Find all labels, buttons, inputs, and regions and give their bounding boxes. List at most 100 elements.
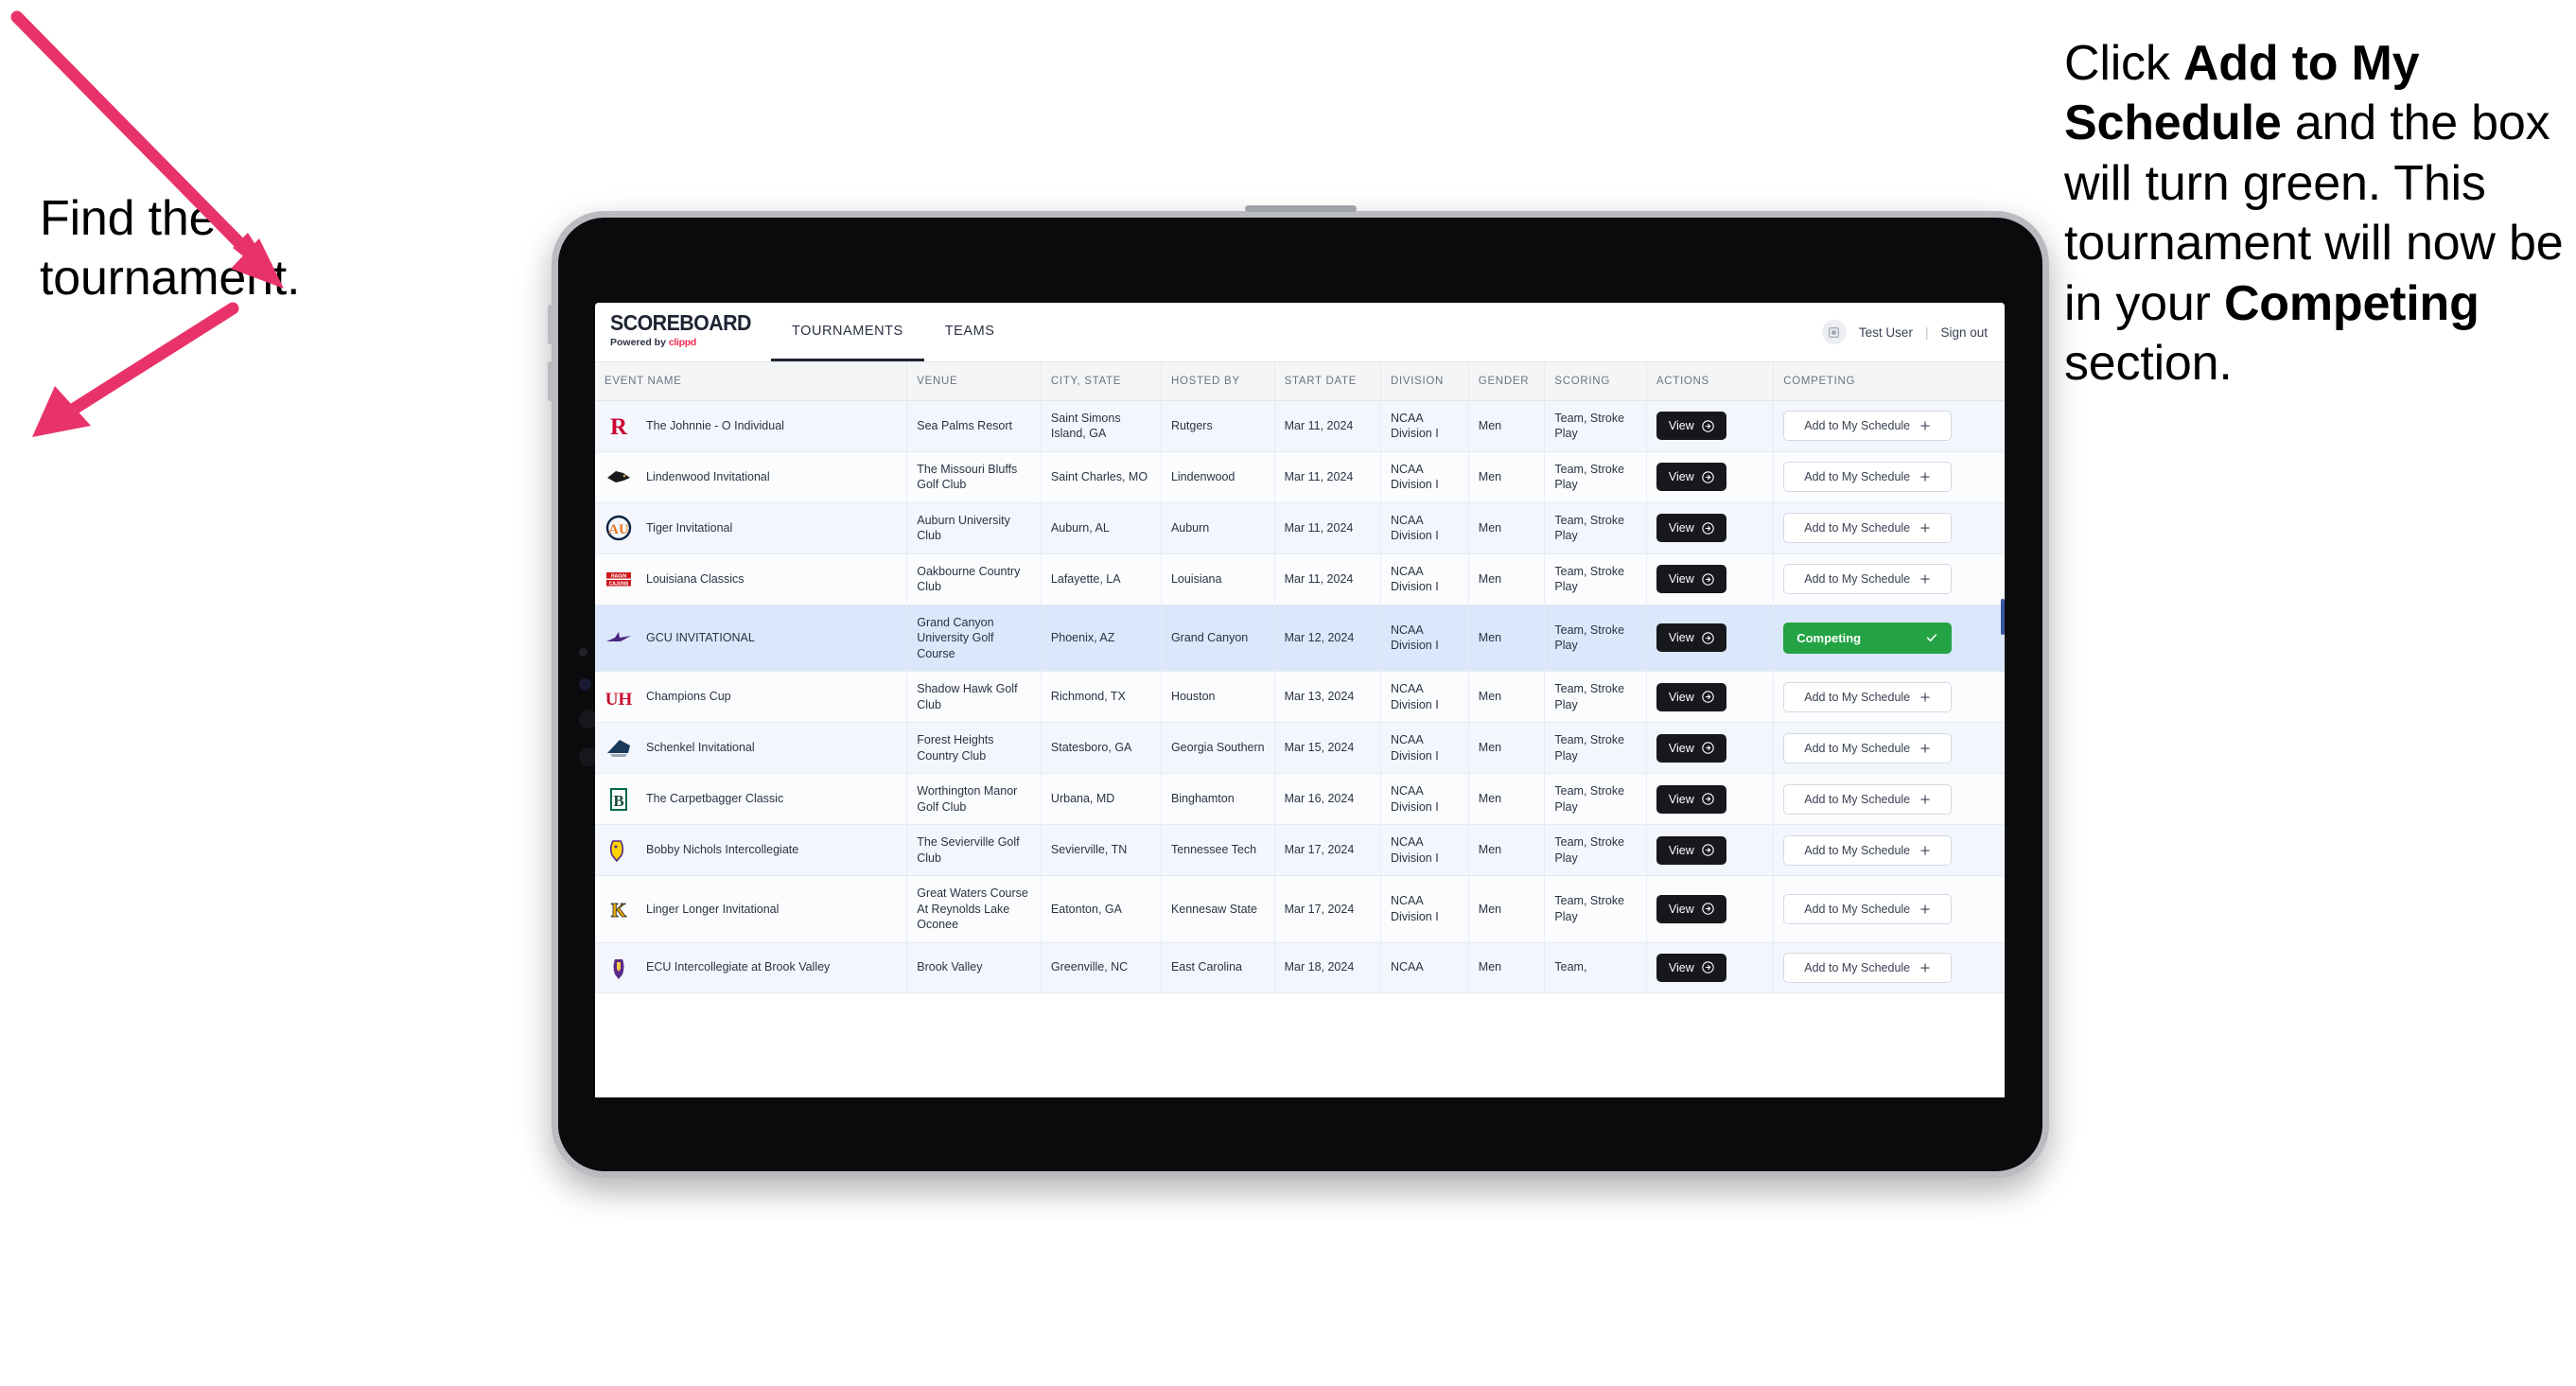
table-row[interactable]: Schenkel Invitational Forest Heights Coun… <box>595 722 2005 774</box>
view-button[interactable]: View <box>1656 894 1726 923</box>
col-gender: GENDER <box>1468 362 1546 401</box>
arrow-circle-right-icon <box>1702 572 1714 586</box>
add-to-my-schedule-button[interactable]: Add to My Schedule <box>1783 411 1953 441</box>
cell-competing: Add to My Schedule <box>1773 773 2005 825</box>
table-row[interactable]: UH Champions Cup Shadow Hawk Golf Club Ric… <box>595 671 2005 723</box>
tab-tournaments[interactable]: TOURNAMENTS <box>771 303 924 361</box>
table-row[interactable]: B The Carpetbagger Classic Worthington Ma… <box>595 773 2005 825</box>
add-to-my-schedule-button[interactable]: Add to My Schedule <box>1783 564 1953 594</box>
view-button[interactable]: View <box>1656 953 1726 982</box>
view-button[interactable]: View <box>1656 412 1726 440</box>
table-row[interactable]: GCU INVITATIONAL Grand Canyon University … <box>595 605 2005 672</box>
cell-event-name: GCU INVITATIONAL <box>595 605 908 672</box>
table-row[interactable]: AU Tiger Invitational Auburn University C… <box>595 502 2005 554</box>
cell-scoring: Team, Stroke Play <box>1544 671 1647 723</box>
add-to-my-schedule-button[interactable]: Add to My Schedule <box>1783 783 1953 815</box>
cell-city: Greenville, NC <box>1041 942 1162 993</box>
col-city-state: CITY, STATE <box>1041 362 1162 401</box>
cell-division: NCAA Division I <box>1380 722 1469 774</box>
add-to-my-schedule-button[interactable]: Add to My Schedule <box>1783 681 1953 712</box>
cell-event-name: AU Tiger Invitational <box>595 502 908 554</box>
arrow-circle-right-icon <box>1702 742 1714 754</box>
add-to-my-schedule-button[interactable]: Add to My Schedule <box>1783 462 1953 492</box>
cell-date: Mar 11, 2024 <box>1274 400 1381 452</box>
cell-city: Urbana, MD <box>1041 773 1162 825</box>
rutgers-logo: R <box>605 412 633 440</box>
table-row[interactable]: Lindenwood Invitational The Missouri Bluf… <box>595 451 2005 503</box>
view-button[interactable]: View <box>1656 623 1726 653</box>
arrow-circle-right-icon <box>1702 903 1714 915</box>
kennesaw-state-logo: K <box>605 895 633 923</box>
arrow-circle-right-icon <box>1702 844 1714 856</box>
brand-logo[interactable]: SCOREBOARD Powered by clippd <box>595 303 751 361</box>
cell-host: Auburn <box>1161 502 1275 554</box>
tournaments-table-container[interactable]: EVENT NAME VENUE CITY, STATE HOSTED BY S… <box>595 362 2005 1097</box>
view-button[interactable]: View <box>1656 733 1726 763</box>
annotation-left: Find the tournament. <box>40 191 301 307</box>
view-button[interactable]: View <box>1656 835 1726 865</box>
cell-host: Rutgers <box>1161 400 1275 452</box>
volume-up-button[interactable] <box>548 305 552 344</box>
tennessee-tech-logo <box>605 836 633 865</box>
cell-actions: View <box>1646 605 1775 672</box>
cell-venue: Grand Canyon University Golf Course <box>906 605 1042 672</box>
cell-venue: Auburn University Club <box>906 502 1042 554</box>
arrow-circle-right-icon <box>1702 419 1714 432</box>
svg-text:UH: UH <box>605 690 633 710</box>
cell-event-name: B The Carpetbagger Classic <box>595 773 908 825</box>
add-to-my-schedule-button[interactable]: Add to My Schedule <box>1783 513 1953 543</box>
table-row[interactable]: ECU Intercollegiate at Brook Valley Brook… <box>595 942 2005 993</box>
view-button[interactable]: View <box>1656 463 1726 491</box>
add-button-label: Add to My Schedule <box>1804 690 1911 704</box>
col-start-date: START DATE <box>1274 362 1381 401</box>
volume-down-button[interactable] <box>548 361 552 401</box>
arrow-circle-right-icon <box>1702 521 1714 535</box>
view-button[interactable]: View <box>1656 682 1726 711</box>
table-row[interactable]: R The Johnnie - O Individual Sea Palms Re… <box>595 400 2005 452</box>
cell-competing: Add to My Schedule <box>1773 502 2005 554</box>
add-button-label: Add to My Schedule <box>1804 960 1911 974</box>
cell-division: NCAA Division I <box>1380 671 1469 723</box>
add-to-my-schedule-button[interactable]: Add to My Schedule <box>1783 893 1953 924</box>
cell-actions: View <box>1646 875 1775 943</box>
competing-button[interactable]: Competing <box>1783 622 1953 654</box>
add-button-label: Add to My Schedule <box>1804 741 1911 755</box>
tab-teams[interactable]: TEAMS <box>924 303 1016 361</box>
cell-scoring: Team, Stroke Play <box>1544 722 1647 774</box>
add-to-my-schedule-button[interactable]: Add to My Schedule <box>1783 952 1953 983</box>
cell-city: Eatonton, GA <box>1041 875 1162 943</box>
cell-division: NCAA Division I <box>1380 400 1469 452</box>
cell-venue: The Sevierville Golf Club <box>906 824 1042 876</box>
cell-gender: Men <box>1468 942 1546 993</box>
svg-text:RAGIN: RAGIN <box>611 573 627 579</box>
view-button-label: View <box>1668 419 1694 432</box>
plus-icon <box>1919 471 1931 482</box>
user-avatar-icon[interactable] <box>1821 320 1847 344</box>
cell-host: Houston <box>1161 671 1275 723</box>
sign-out-link[interactable]: Sign out <box>1940 325 1988 340</box>
screenshot-root: Find the tournament. Click Add to My Sch… <box>0 0 2576 1386</box>
view-button[interactable]: View <box>1656 565 1726 593</box>
event-name-label: Bobby Nichols Intercollegiate <box>646 843 799 857</box>
event-name-label: GCU INVITATIONAL <box>646 631 755 644</box>
add-to-my-schedule-button[interactable]: Add to My Schedule <box>1783 732 1953 763</box>
table-row[interactable]: K Linger Longer Invitational Great Waters… <box>595 875 2005 943</box>
add-to-my-schedule-button[interactable]: Add to My Schedule <box>1783 834 1953 866</box>
view-button[interactable]: View <box>1656 514 1726 542</box>
table-row[interactable]: RAGIN CAJUNS Louisiana Classics Oakbourne … <box>595 553 2005 605</box>
view-button-label: View <box>1668 843 1694 857</box>
col-scoring: SCORING <box>1544 362 1647 401</box>
event-name-label: The Carpetbagger Classic <box>646 792 784 806</box>
view-button-label: View <box>1668 741 1694 755</box>
cell-host: Lindenwood <box>1161 451 1275 503</box>
cell-division: NCAA Division I <box>1380 773 1469 825</box>
competing-button-label: Competing <box>1796 630 1862 645</box>
vertical-scrollbar[interactable] <box>2001 599 2005 635</box>
cell-host: Binghamton <box>1161 773 1275 825</box>
cell-gender: Men <box>1468 451 1546 503</box>
view-button[interactable]: View <box>1656 784 1726 814</box>
table-row[interactable]: Bobby Nichols Intercollegiate The Sevierv… <box>595 824 2005 876</box>
arrow-right-icon <box>32 302 239 437</box>
view-button-label: View <box>1668 572 1694 586</box>
plus-icon <box>1919 794 1931 805</box>
